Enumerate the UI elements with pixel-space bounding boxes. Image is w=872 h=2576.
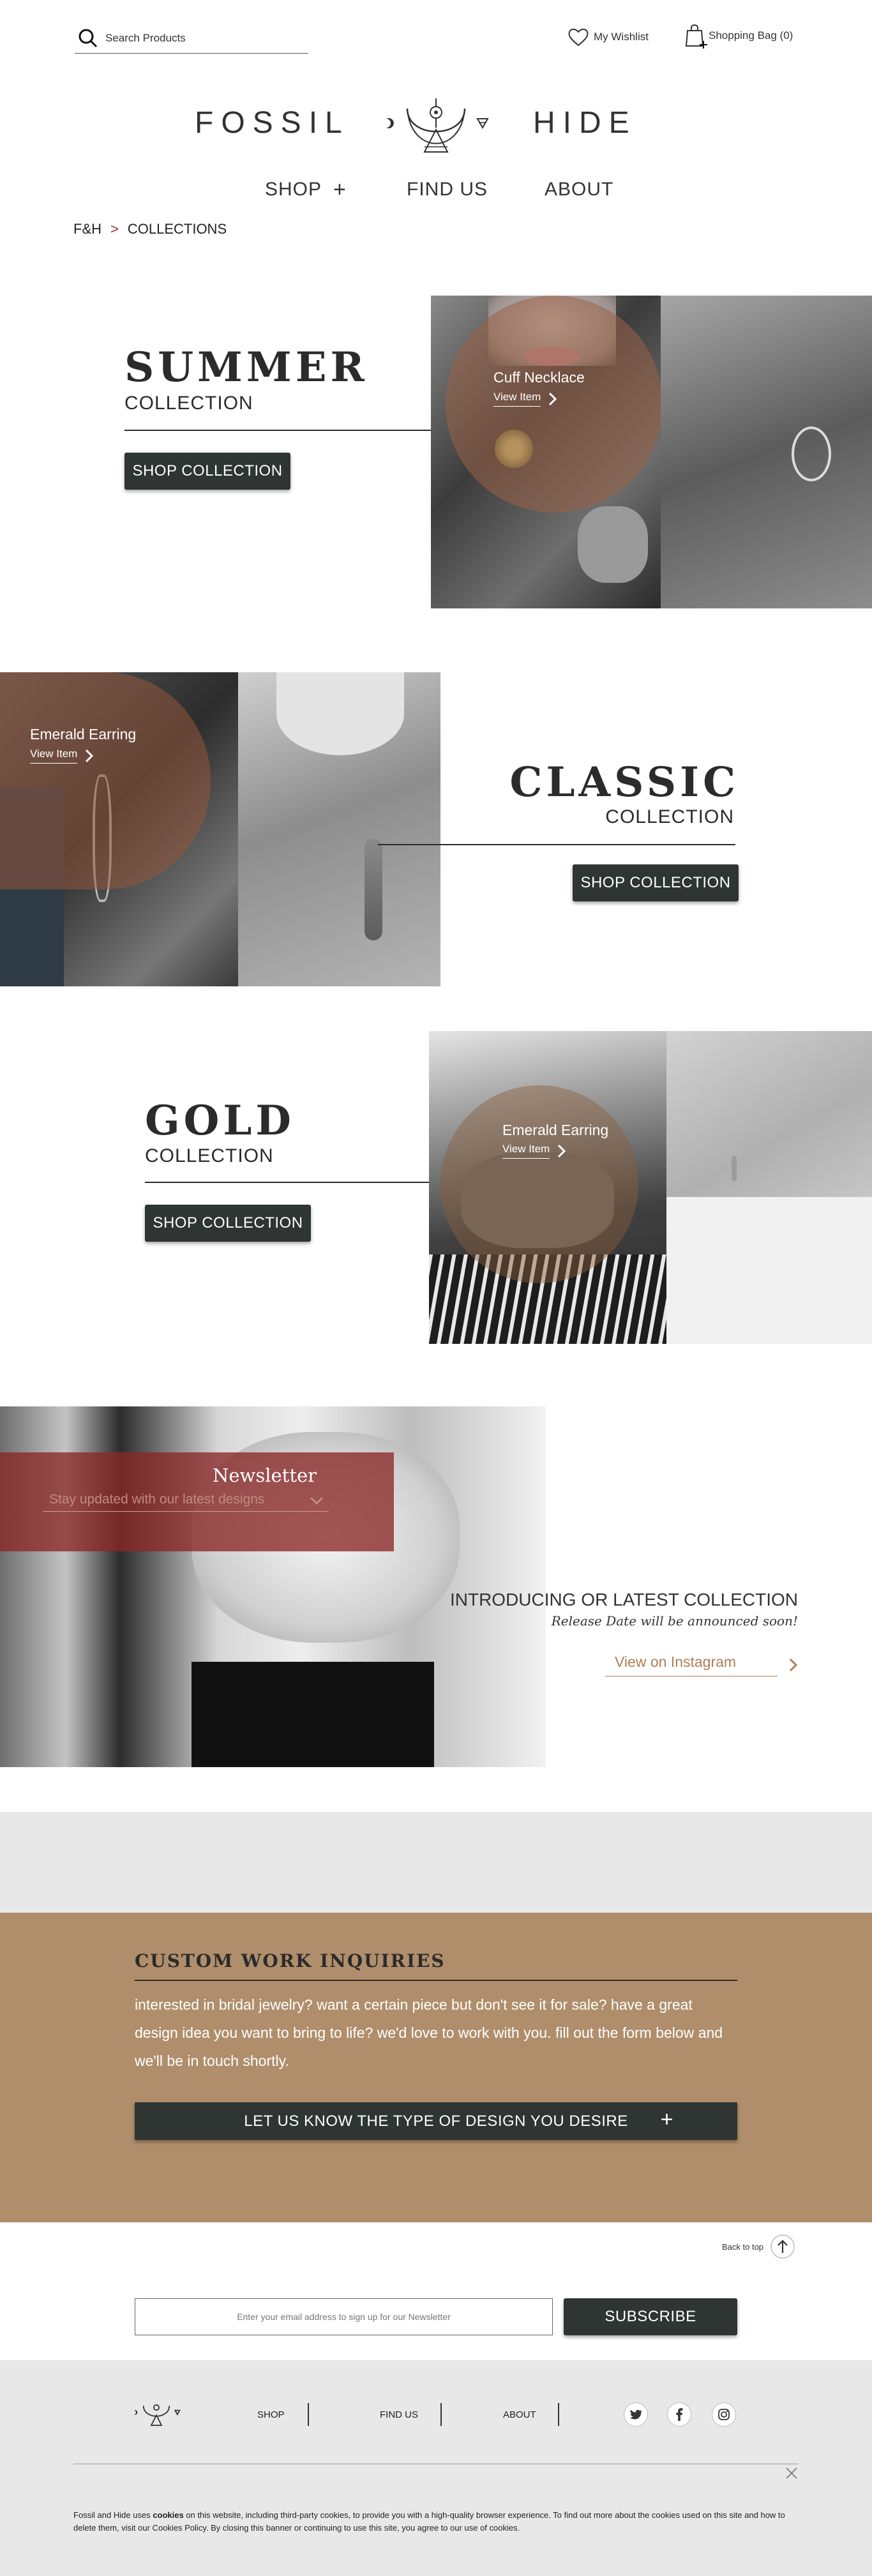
chevron-right-icon bbox=[549, 392, 557, 405]
instagram-button[interactable] bbox=[712, 2402, 736, 2427]
summer-divider bbox=[124, 430, 431, 431]
introducing-title: INTRODUCING OR LATEST COLLECTION bbox=[449, 1590, 798, 1609]
cookie-link[interactable]: cookies bbox=[153, 2510, 183, 2520]
nav-shop-plus-icon: + bbox=[333, 177, 346, 202]
instagram-icon bbox=[718, 2409, 730, 2420]
footer-find-us[interactable]: FIND US bbox=[380, 2409, 418, 2420]
gold-highlight-circle bbox=[440, 1085, 638, 1283]
footer-divider-2 bbox=[440, 2403, 442, 2426]
shopping-bag-link[interactable]: Shopping Bag (0) bbox=[684, 22, 793, 50]
summer-title: SUMMER bbox=[124, 343, 368, 391]
summer-shop-button[interactable]: SHOP COLLECTION bbox=[124, 453, 290, 490]
gold-divider bbox=[145, 1182, 464, 1183]
breadcrumb: F&H > COLLECTIONS bbox=[73, 221, 227, 237]
subscribe-input[interactable]: Enter your email address to sign up for … bbox=[135, 2298, 553, 2335]
arrow-up-icon bbox=[771, 2234, 795, 2259]
chevron-right-icon bbox=[86, 749, 94, 762]
twitter-icon bbox=[629, 2409, 642, 2420]
instagram-link[interactable]: View on Instagram bbox=[605, 1653, 798, 1676]
search-bar[interactable]: Search Products bbox=[75, 27, 308, 54]
back-to-top-label: Back to top bbox=[722, 2241, 764, 2252]
gold-item-name: Emerald Earring bbox=[502, 1122, 609, 1138]
shopping-bag-icon bbox=[685, 24, 707, 49]
footer bbox=[0, 2360, 872, 2576]
breadcrumb-current[interactable]: COLLECTIONS bbox=[128, 221, 227, 237]
summer-view-item[interactable]: View Item bbox=[493, 391, 557, 407]
summer-photo-right[interactable] bbox=[661, 296, 872, 608]
classic-photo-right[interactable] bbox=[238, 672, 440, 986]
facebook-button[interactable] bbox=[667, 2402, 691, 2427]
custom-work-body: interested in bridal jewelry? want a cer… bbox=[135, 1996, 723, 2069]
classic-view-item-label: View Item bbox=[30, 748, 78, 764]
twitter-button[interactable] bbox=[624, 2402, 648, 2427]
shopping-bag-label: Shopping Bag (0) bbox=[709, 29, 793, 41]
custom-work-divider bbox=[135, 1980, 737, 1981]
chevron-right-icon bbox=[558, 1144, 566, 1157]
chevron-right-icon bbox=[789, 1658, 798, 1672]
plus-icon: + bbox=[660, 2107, 673, 2132]
breadcrumb-separator: > bbox=[110, 221, 119, 237]
custom-work-button-label: LET US KNOW THE TYPE OF DESIGN YOU DESIR… bbox=[244, 2112, 628, 2130]
newsletter-input[interactable]: Stay updated with our latest designs bbox=[43, 1488, 329, 1512]
gold-photo-pendant bbox=[732, 1156, 737, 1181]
footer-about[interactable]: ABOUT bbox=[503, 2409, 536, 2420]
classic-photo-hat bbox=[276, 672, 404, 755]
classic-title: CLASSIC bbox=[509, 758, 739, 806]
cookie-notice: Fossil and Hide uses cookies on this web… bbox=[73, 2509, 799, 2535]
gold-view-item[interactable]: View Item bbox=[502, 1143, 566, 1159]
search-input[interactable]: Search Products bbox=[105, 32, 186, 45]
newsletter-placeholder: Stay updated with our latest designs bbox=[49, 1491, 265, 1507]
classic-item-name: Emerald Earring bbox=[30, 726, 137, 742]
summer-photo-ring bbox=[792, 426, 831, 481]
wishlist-link[interactable]: My Wishlist bbox=[567, 26, 649, 49]
footer-logo-icon[interactable] bbox=[128, 2399, 185, 2429]
classic-photo-pendant bbox=[365, 838, 382, 940]
breadcrumb-home[interactable]: F&H bbox=[73, 221, 101, 237]
newsletter-title: Newsletter bbox=[213, 1465, 317, 1486]
classic-subtitle: COLLECTION bbox=[605, 806, 734, 827]
brand-left[interactable]: FOSSIL bbox=[195, 105, 350, 140]
nav-find-us[interactable]: FIND US bbox=[407, 179, 488, 200]
newsletter-photo-dark bbox=[192, 1662, 434, 1767]
summer-item-name: Cuff Necklace bbox=[493, 369, 585, 386]
facebook-icon bbox=[676, 2408, 683, 2421]
nav-shop[interactable]: SHOP + bbox=[265, 179, 346, 200]
footer-shop[interactable]: SHOP bbox=[257, 2409, 285, 2420]
custom-work-button[interactable]: LET US KNOW THE TYPE OF DESIGN YOU DESIR… bbox=[135, 2102, 737, 2140]
summer-view-item-label: View Item bbox=[493, 391, 541, 407]
gold-subtitle: COLLECTION bbox=[145, 1145, 274, 1166]
wishlist-label: My Wishlist bbox=[594, 31, 649, 43]
classic-divider bbox=[378, 844, 735, 845]
grey-band bbox=[0, 1812, 872, 1913]
summer-subtitle: COLLECTION bbox=[124, 393, 253, 414]
custom-work-title: CUSTOM WORK INQUIRIES bbox=[135, 1950, 446, 1971]
summer-photo-hand bbox=[578, 506, 648, 583]
chevron-down-icon[interactable] bbox=[310, 1496, 324, 1505]
subscribe-placeholder: Enter your email address to sign up for … bbox=[237, 2312, 451, 2322]
gold-title: GOLD bbox=[145, 1097, 295, 1145]
brand-right[interactable]: HIDE bbox=[533, 105, 637, 140]
gold-view-item-label: View Item bbox=[502, 1143, 550, 1159]
footer-divider-3 bbox=[558, 2403, 559, 2426]
nav-about[interactable]: ABOUT bbox=[545, 179, 613, 200]
nav-shop-label: SHOP bbox=[265, 179, 322, 200]
close-icon[interactable] bbox=[785, 2466, 799, 2480]
classic-view-item[interactable]: View Item bbox=[30, 748, 94, 764]
gold-photo-shirt bbox=[666, 1197, 872, 1344]
heart-icon bbox=[568, 28, 589, 47]
subscribe-button[interactable]: SUBSCRIBE bbox=[564, 2298, 737, 2335]
introducing-subtitle: Release Date will be announced soon! bbox=[551, 1613, 798, 1629]
gold-shop-button[interactable]: SHOP COLLECTION bbox=[145, 1205, 311, 1242]
gold-photo-right[interactable] bbox=[666, 1031, 872, 1344]
classic-highlight-circle bbox=[0, 672, 211, 889]
cookie-text-before: Fossil and Hide uses bbox=[73, 2510, 153, 2520]
classic-shop-button[interactable]: SHOP COLLECTION bbox=[573, 864, 739, 901]
brand-logo-icon[interactable] bbox=[372, 94, 500, 158]
footer-divider-1 bbox=[308, 2403, 309, 2426]
instagram-link-label: View on Instagram bbox=[605, 1653, 778, 1676]
back-to-top[interactable]: Back to top bbox=[722, 2234, 795, 2259]
search-icon bbox=[79, 29, 98, 48]
